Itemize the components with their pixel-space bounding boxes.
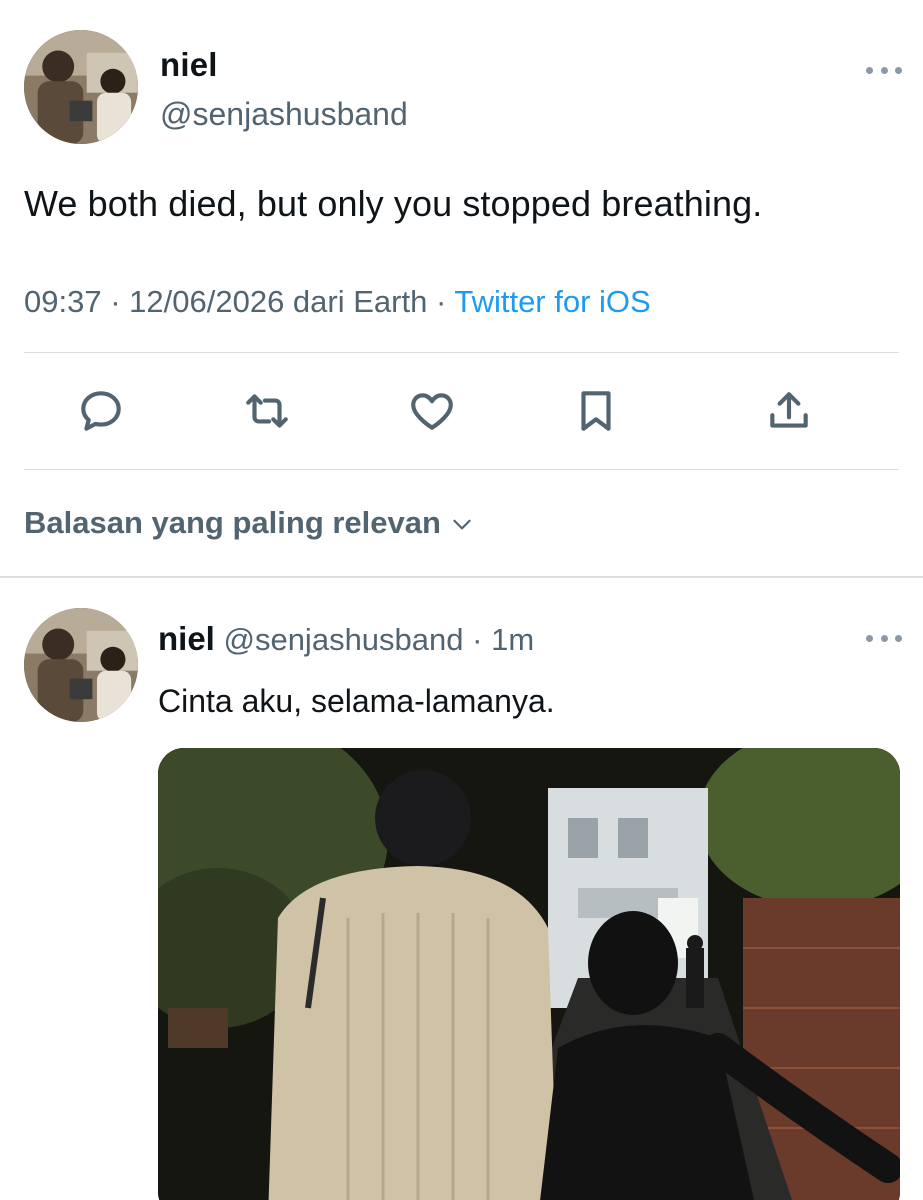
tweet-actions-bar bbox=[0, 372, 923, 452]
reply-icon[interactable] bbox=[76, 386, 126, 436]
tweet-text: We both died, but only you stopped breat… bbox=[24, 183, 763, 224]
heart-icon[interactable] bbox=[407, 386, 457, 436]
tweet-time: 09:37 bbox=[24, 284, 102, 319]
meta-separator: · bbox=[435, 284, 447, 319]
tweet-source-link[interactable]: Twitter for iOS bbox=[454, 284, 650, 319]
tweet-date-place: 12/06/2026 dari Earth bbox=[129, 284, 428, 319]
display-name[interactable]: niel bbox=[158, 620, 215, 657]
replies-sort-dropdown[interactable]: Balasan yang paling relevan bbox=[24, 505, 475, 541]
retweet-icon[interactable] bbox=[242, 386, 292, 436]
bookmark-icon[interactable] bbox=[571, 386, 621, 436]
more-options-icon[interactable] bbox=[866, 628, 902, 648]
reply-header: niel @senjashusband · 1m bbox=[158, 620, 534, 658]
chevron-down-icon bbox=[449, 509, 475, 537]
divider bbox=[24, 469, 899, 470]
tweet-meta: 09:37 · 12/06/2026 dari Earth · Twitter … bbox=[24, 284, 651, 320]
user-handle[interactable]: @senjashusband bbox=[160, 96, 408, 133]
meta-separator: · bbox=[472, 622, 483, 657]
meta-separator: · bbox=[110, 284, 121, 319]
avatar-photo-icon bbox=[24, 30, 138, 144]
tweet-detail-page: niel @senjashusband We both died, but on… bbox=[0, 0, 923, 1200]
user-handle[interactable]: @senjashusband bbox=[223, 622, 463, 657]
reply-text: Cinta aku, selama-lamanya. bbox=[158, 683, 555, 719]
share-icon[interactable] bbox=[764, 386, 814, 436]
more-options-icon[interactable] bbox=[866, 60, 902, 80]
tweet-time[interactable]: 1m bbox=[491, 622, 534, 657]
divider bbox=[24, 352, 899, 353]
avatar-photo-icon bbox=[24, 608, 138, 722]
avatar[interactable] bbox=[24, 30, 138, 144]
display-name[interactable]: niel bbox=[160, 46, 218, 84]
tweet-media-image[interactable] bbox=[158, 748, 900, 1200]
replies-sort-label: Balasan yang paling relevan bbox=[24, 505, 441, 540]
section-divider bbox=[0, 576, 923, 578]
avatar[interactable] bbox=[24, 608, 138, 722]
photo-night-street-icon bbox=[158, 748, 900, 1200]
